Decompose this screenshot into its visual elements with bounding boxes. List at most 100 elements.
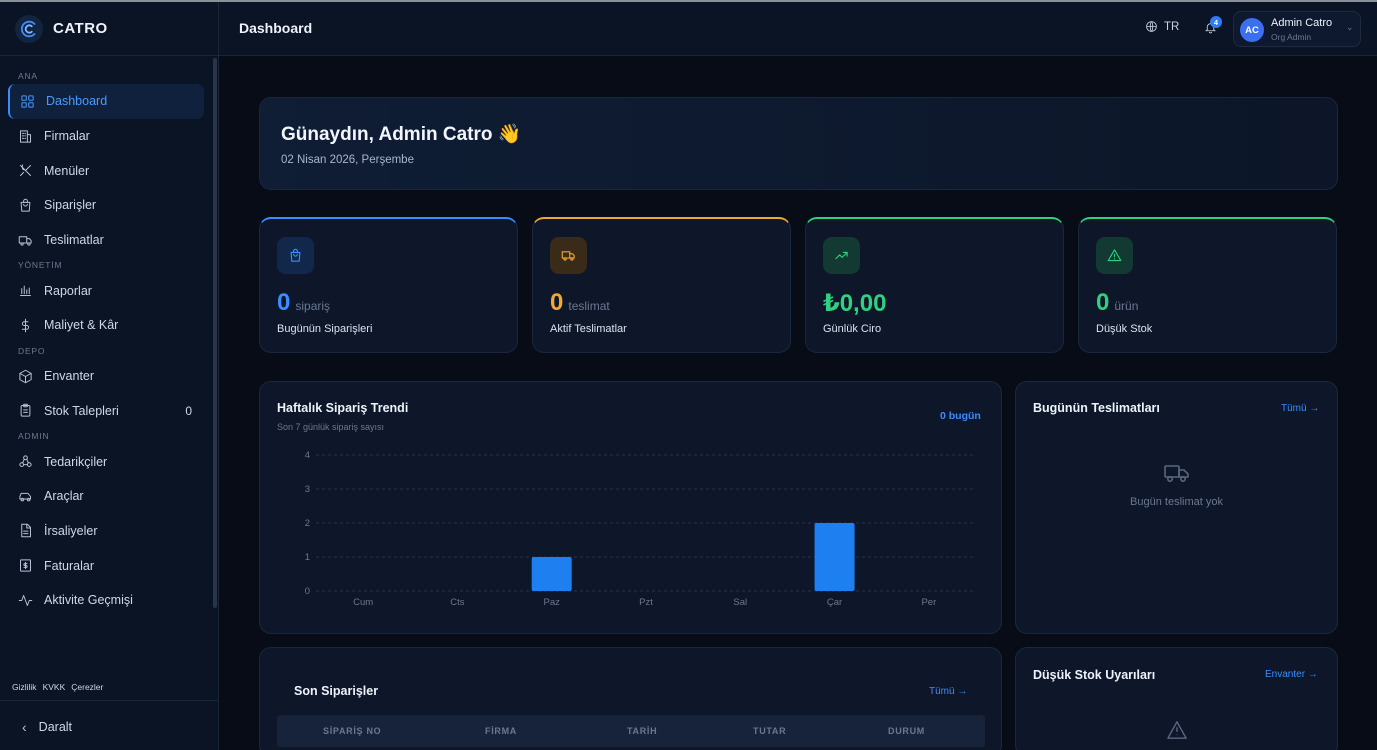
bar-Paz (531, 557, 572, 591)
stat-unit: ürün (1114, 299, 1139, 313)
sidebar-item-3-0[interactable]: Tedarikçiler (0, 444, 212, 479)
low-stock-card: Düşük Stok Uyarıları Envanter → (1015, 647, 1338, 750)
activity-icon (18, 594, 33, 606)
sidebar-item-label: Firmalar (44, 129, 90, 144)
sidebar-item-3-3[interactable]: Faturalar (0, 548, 212, 583)
sidebar-item-count: 0 (185, 403, 192, 418)
x-tick-label: Çar (827, 597, 842, 608)
sidebar-item-label: Menüler (44, 163, 90, 178)
catro-logo-icon (15, 14, 43, 43)
avatar: AC (1240, 18, 1264, 42)
sidebar-item-label: Faturalar (44, 558, 95, 573)
sidebar-scrollbar[interactable] (213, 58, 217, 608)
deliveries-title: Bugünün Teslimatları (1033, 401, 1160, 415)
truck-icon (561, 251, 575, 261)
truck-icon (1164, 465, 1189, 483)
column-order-no[interactable]: SİPARİŞ NO (323, 726, 381, 736)
sidebar-item-2-1[interactable]: Stok Talepleri 0 (0, 394, 212, 429)
sidebar-item-1-0[interactable]: Raporlar (0, 273, 212, 308)
sidebar-item-label: Envanter (44, 369, 95, 384)
alert-triangle-icon (1167, 721, 1187, 739)
stat-unit: sipariş (295, 299, 331, 313)
weekly-trend-card: Haftalık Sipariş Trendi Son 7 günlük sip… (259, 381, 1002, 634)
sidebar-item-label: Siparişler (44, 198, 97, 213)
network-icon (19, 455, 32, 468)
todays-deliveries-card: Bugünün Teslimatları Tümü → Bugün teslim… (1015, 381, 1338, 634)
stat-value-row: ₺0,00 (823, 289, 891, 318)
sidebar-item-label: Stok Talepleri (44, 403, 119, 418)
x-tick-label: Cum (353, 597, 373, 608)
stat-card-3[interactable]: 0 ürün Düşük Stok (1078, 217, 1337, 353)
grid-icon (21, 95, 34, 108)
user-role: Org Admin (1271, 32, 1312, 42)
sidebar-item-3-1[interactable]: Araçlar (0, 479, 212, 514)
section-0: ANA (18, 71, 38, 81)
y-tick-label: 4 (305, 450, 310, 461)
sidebar-item-0-0[interactable]: Dashboard (8, 84, 204, 119)
x-tick-label: Paz (544, 597, 561, 608)
kvkk-link[interactable]: KVKK (43, 682, 66, 692)
stat-card-0[interactable]: 0 sipariş Bugünün Siparişleri (259, 217, 518, 353)
y-tick-label: 3 (305, 484, 310, 495)
sidebar-nav: ANA Dashboard Firmalar Menüler Siparişle… (0, 68, 212, 618)
stat-unit: teslimat (568, 299, 610, 313)
stat-label: Aktif Teslimatlar (550, 323, 627, 335)
orders-all-link[interactable]: Tümü → (929, 686, 967, 697)
bar-Çar (814, 523, 855, 591)
sidebar-item-2-0[interactable]: Envanter (0, 359, 212, 394)
stat-card-1[interactable]: 0 teslimat Aktif Teslimatlar (532, 217, 791, 353)
welcome-card: Günaydın, Admin Catro 👋 02 Nisan 2026, P… (259, 97, 1338, 190)
brand[interactable]: CATRO (0, 2, 218, 56)
column-status[interactable]: DURUM (888, 726, 925, 736)
chevron-down-icon: ⌄ (1346, 22, 1354, 32)
sidebar: CATRO ANA Dashboard Firmalar Menüler Sip… (0, 2, 219, 750)
stat-value-row: 0 ürün (1096, 289, 1138, 317)
page-title: Dashboard (239, 20, 313, 36)
language-switcher[interactable]: TR (1145, 20, 1179, 33)
sidebar-item-label: İrsaliyeler (44, 523, 98, 538)
trending-up-icon (835, 251, 848, 260)
y-tick-label: 0 (305, 586, 310, 597)
stat-card-2[interactable]: ₺0,00 Günlük Ciro (805, 217, 1064, 353)
sidebar-item-3-4[interactable]: Aktivite Geçmişi (0, 583, 212, 618)
column-company[interactable]: FİRMA (485, 726, 517, 736)
user-name: Admin Catro (1271, 17, 1333, 29)
low-stock-title: Düşük Stok Uyarıları (1033, 668, 1156, 682)
cookies-link[interactable]: Çerezler (71, 682, 103, 692)
collapse-sidebar-button[interactable]: ‹ Daralt (0, 700, 219, 750)
shopping-bag-icon (290, 248, 301, 262)
user-menu[interactable]: AC Admin Catro Org Admin ⌄ (1233, 11, 1361, 47)
dollar-icon (21, 318, 30, 333)
column-amount[interactable]: TUTAR (753, 726, 786, 736)
sidebar-item-label: Dashboard (46, 94, 108, 109)
sidebar-item-1-1[interactable]: Maliyet & Kâr (0, 308, 212, 343)
x-tick-label: Cts (450, 597, 465, 608)
sidebar-item-label: Aktivite Geçmişi (44, 593, 133, 608)
sidebar-item-0-1[interactable]: Firmalar (0, 119, 212, 154)
inventory-link[interactable]: Envanter → (1265, 669, 1318, 680)
sidebar-item-3-2[interactable]: İrsaliyeler (0, 514, 212, 549)
utensils-icon (20, 164, 31, 177)
language-label: TR (1164, 20, 1180, 33)
stat-value: 0 (1096, 289, 1110, 316)
sidebar-item-label: Maliyet & Kâr (44, 318, 119, 333)
notification-count-badge: 4 (1210, 16, 1222, 28)
stat-value-row: 0 sipariş (277, 289, 330, 317)
deliveries-all-link[interactable]: Tümü → (1281, 403, 1319, 414)
alert-triangle-icon (1107, 249, 1122, 262)
clipboard-icon (20, 404, 31, 417)
section-1: YÖNETİM (18, 260, 63, 271)
column-date[interactable]: TARİH (627, 726, 657, 736)
sidebar-item-0-4[interactable]: Teslimatlar (0, 223, 212, 258)
sidebar-item-0-3[interactable]: Siparişler (0, 188, 212, 223)
sidebar-item-0-2[interactable]: Menüler (0, 153, 212, 188)
car-icon (19, 492, 31, 502)
orders-table-header: SİPARİŞ NO FİRMA TARİH TUTAR DURUM (277, 715, 985, 747)
stat-icon-box (823, 237, 860, 274)
x-tick-label: Per (921, 597, 936, 608)
brand-name: CATRO (53, 20, 108, 37)
privacy-link[interactable]: Gizlilik (12, 682, 37, 692)
stat-value: ₺0,00 (823, 290, 887, 317)
x-tick-label: Pzt (639, 597, 653, 608)
stat-label: Günlük Ciro (823, 323, 882, 335)
